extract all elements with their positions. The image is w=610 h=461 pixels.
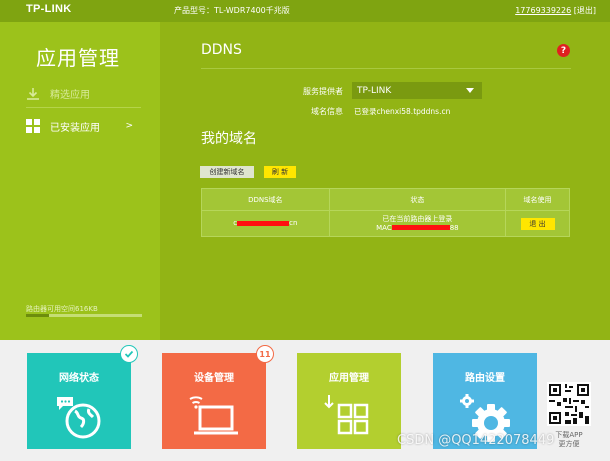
product-model: 产品型号：TL-WDR7400千兆版 <box>174 6 290 15</box>
redaction-mark <box>237 220 290 226</box>
qr-code-image <box>547 382 591 426</box>
section-title-my-domain: 我的域名 <box>201 131 257 147</box>
tile-label: 路由设置 <box>465 373 505 384</box>
provider-select[interactable]: TP-LINK <box>352 82 482 99</box>
user-area: 17769339226 [退出] <box>515 5 596 16</box>
laptop-wifi-icon <box>189 396 238 435</box>
chevron-down-icon <box>466 88 474 93</box>
column-header: DDNS域名 <box>201 188 330 211</box>
sidebar-title: 应用管理 <box>36 46 120 70</box>
provider-label: 服务提供者 <box>303 87 343 96</box>
tile-network-status[interactable]: 网络状态 <box>27 353 131 449</box>
tplink-logo: TP-LINK <box>26 3 72 15</box>
create-domain-button[interactable]: 创建新域名 <box>200 166 254 178</box>
user-account-link[interactable]: 17769339226 <box>515 6 571 15</box>
sidebar-item-featured-apps[interactable]: 精选应用 <box>26 80 141 108</box>
storage-label: 路由器可用空间616KB <box>26 305 98 313</box>
page-title: DDNS <box>201 42 242 58</box>
sidebar: 应用管理 精选应用 已安装应用 > 路由器可用空间616KB <box>0 22 160 340</box>
refresh-button[interactable]: 刷 新 <box>264 166 296 178</box>
table-row: c cn 已在当前路由器上登录 MAC 88 退 出 <box>201 210 570 237</box>
main-panel: DDNS ? 服务提供者 TP-LINK 域名信息 已登录chenxi58.tp… <box>160 22 610 340</box>
bottom-nav: 网络状态 设备管理 11 应用管理 路由设置 下载APP 更方便 CSDN @Q… <box>0 340 610 461</box>
column-header: 状态 <box>328 188 507 211</box>
grid-icon <box>26 119 40 133</box>
download-icon <box>26 87 40 101</box>
watermark: CSDN @QQ1422078449 <box>397 433 555 448</box>
logout-domain-button[interactable]: 退 出 <box>520 217 555 230</box>
domain-info-label: 域名信息 <box>311 107 343 116</box>
status-cell: 已在当前路由器上登录 MAC 88 <box>328 210 507 237</box>
sidebar-item-label: 精选应用 <box>50 90 90 101</box>
table-header-row: DDNS域名 状态 域名使用 <box>201 188 570 211</box>
chevron-right-icon: > <box>125 121 133 131</box>
top-bar: TP-LINK 产品型号：TL-WDR7400千兆版 17769339226 [… <box>0 0 610 22</box>
tile-label: 应用管理 <box>329 373 369 384</box>
domain-cell: c cn <box>201 210 330 237</box>
help-icon[interactable]: ? <box>557 44 570 57</box>
ddns-table: DDNS域名 状态 域名使用 c cn 已在当前路由器上登录 MAC 88 退 出 <box>201 188 570 237</box>
column-header: 域名使用 <box>505 188 570 211</box>
storage-bar-fill <box>26 314 50 317</box>
tile-label: 网络状态 <box>59 373 99 384</box>
sidebar-item-installed-apps[interactable]: 已安装应用 > <box>26 112 141 140</box>
globe-icon <box>57 397 101 439</box>
qr-code <box>547 382 591 426</box>
check-icon <box>124 350 134 358</box>
tile-label: 设备管理 <box>194 373 234 384</box>
storage-bar <box>26 314 142 317</box>
sidebar-item-label: 已安装应用 <box>50 122 100 134</box>
tile-device-management[interactable]: 设备管理 <box>162 353 266 449</box>
logout-link[interactable]: [退出] <box>574 6 596 15</box>
status-ok-badge <box>120 345 138 363</box>
tile-app-management[interactable]: 应用管理 <box>297 353 401 449</box>
redaction-mark <box>391 225 450 230</box>
device-count-badge: 11 <box>256 345 274 363</box>
divider <box>201 68 571 69</box>
action-cell: 退 出 <box>505 210 570 237</box>
domain-info-value: 已登录chenxi58.tpddns.cn <box>354 107 451 116</box>
provider-selected-value: TP-LINK <box>357 85 392 96</box>
apps-grid-icon <box>324 395 369 435</box>
